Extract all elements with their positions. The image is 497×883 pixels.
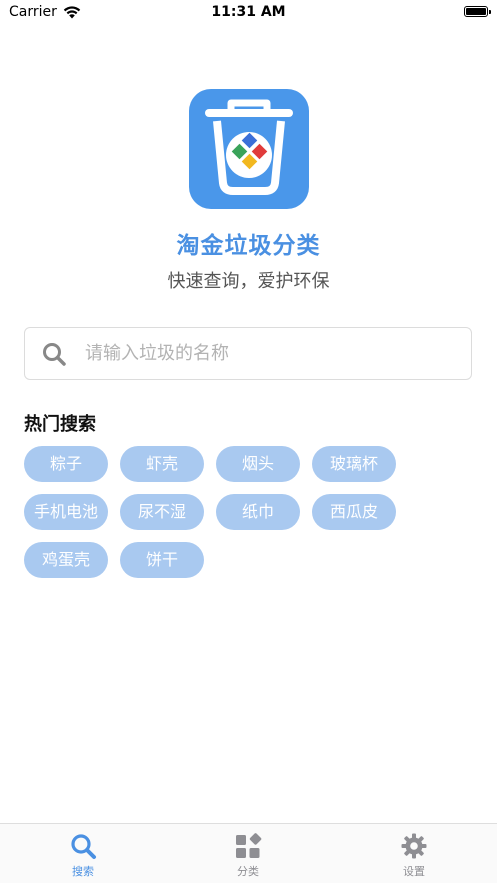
status-bar: Carrier 11:31 AM <box>0 0 497 26</box>
search-icon <box>71 834 96 859</box>
trash-bin-logo-icon <box>205 99 293 195</box>
hot-tag[interactable]: 虾壳 <box>120 446 204 482</box>
hot-search-title: 热门搜索 <box>24 414 96 435</box>
app-logo <box>189 89 309 209</box>
hot-tag[interactable]: 玻璃杯 <box>312 446 396 482</box>
hot-tag[interactable]: 尿不湿 <box>120 494 204 530</box>
battery-level <box>466 8 486 15</box>
tab-bar: 搜索 分类 设置 <box>0 823 497 883</box>
tab-settings-label: 设置 <box>403 865 425 878</box>
app-title: 淘金垃圾分类 <box>176 233 321 259</box>
hot-tag[interactable]: 粽子 <box>24 446 108 482</box>
search-box[interactable] <box>24 327 472 380</box>
grid-icon <box>236 833 262 858</box>
tab-search-label: 搜索 <box>72 865 94 878</box>
tab-category[interactable]: 分类 <box>188 832 308 879</box>
gear-icon <box>401 833 427 859</box>
tab-settings[interactable]: 设置 <box>354 832 474 879</box>
hot-tag[interactable]: 西瓜皮 <box>312 494 396 530</box>
battery-icon <box>464 6 491 17</box>
search-input[interactable] <box>85 333 471 374</box>
hot-tag[interactable]: 烟头 <box>216 446 300 482</box>
hot-tag[interactable]: 手机电池 <box>24 494 108 530</box>
tab-search[interactable]: 搜索 <box>23 832 143 879</box>
tab-category-label: 分类 <box>237 865 259 878</box>
app-subtitle: 快速查询，爱护环保 <box>167 271 330 292</box>
search-icon <box>43 342 66 366</box>
hot-tag[interactable]: 饼干 <box>120 542 204 578</box>
hot-tag[interactable]: 鸡蛋壳 <box>24 542 108 578</box>
status-time: 11:31 AM <box>211 4 286 20</box>
hot-tag[interactable]: 纸巾 <box>216 494 300 530</box>
